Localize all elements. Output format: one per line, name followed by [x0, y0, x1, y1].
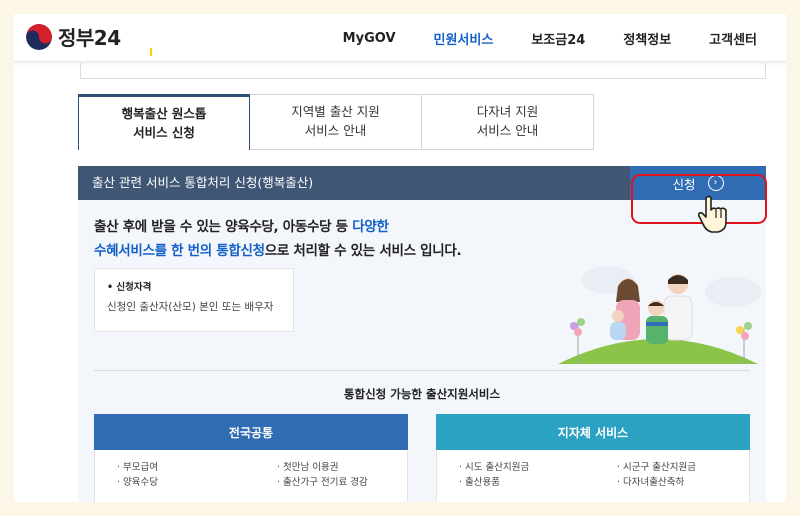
nav-mygov[interactable]: MyGOV: [324, 31, 415, 46]
national-services-header: 전국공통: [94, 414, 408, 450]
list-item: 다자녀출산축하: [617, 475, 696, 490]
nav-customer-center[interactable]: 고객센터: [690, 29, 776, 48]
tab-label: 행복출산 원스톱 서비스 신청: [121, 106, 207, 140]
list-item: 시도 출산지원금: [459, 460, 529, 475]
browser-viewport: 정부24 MyGOV 민원서비스 보조금24 정책정보 고객센터 행복출산 원스…: [14, 14, 786, 502]
service-list-column: 시군구 출산지원금 다자녀출산축하: [617, 460, 696, 490]
nav-civil-services[interactable]: 민원서비스: [415, 29, 513, 48]
top-content-strip: [80, 63, 766, 79]
desc-highlight: 다양한: [352, 219, 389, 235]
chevron-right-icon: ›: [707, 175, 724, 191]
service-list-column: 시도 출산지원금 출산용품: [459, 460, 529, 490]
qualification-box: 신청자격 신청인 출산자(산모) 본인 또는 배우자: [94, 268, 294, 332]
pointer-hand-icon: [698, 195, 727, 233]
section-divider: [94, 370, 750, 371]
local-services-header: 지자체 서비스: [436, 414, 750, 450]
panel-title: 출산 관련 서비스 통합처리 신청(행복출산): [92, 175, 314, 190]
qualification-text: 신청인 출산자(산모) 본인 또는 배우자: [107, 301, 274, 313]
tab-label: 다자녀 지원 서비스 안내: [476, 104, 539, 138]
list-item: 부모급여: [117, 460, 158, 475]
taegeuk-icon: [26, 23, 52, 50]
service-list-column: 부모급여 양육수당: [117, 460, 158, 490]
tab-onestop-apply[interactable]: 행복출산 원스톱 서비스 신청: [78, 94, 250, 151]
services-section-title: 통합신청 가능한 출산지원서비스: [343, 387, 501, 401]
desc-highlight: 수혜서비스를 한 번의 통합신청: [94, 242, 265, 259]
service-panel: 출산 관련 서비스 통합처리 신청(행복출산) 신청 › 출산 후에 받을 수 …: [78, 150, 766, 502]
list-item: 출산가구 전기료 경감: [277, 475, 368, 490]
local-services-list: 시도 출산지원금 출산용품 시군구 출산지원금 다자녀출산축하: [436, 450, 750, 502]
service-list-column: 첫만남 이용권 출산가구 전기료 경감: [277, 460, 368, 490]
list-item: 출산용품: [459, 475, 529, 490]
panel-body: 출산 후에 받을 수 있는 양육수당, 아동수당 등 다양한 수혜서비스를 한 …: [78, 200, 766, 502]
desc-text: 으로 처리할 수 있는 서비스 입니다.: [264, 242, 462, 259]
apply-button-label: 신청: [672, 176, 696, 192]
list-item: 첫만남 이용권: [277, 460, 368, 475]
family-illustration: [558, 266, 761, 364]
desc-text: 출산 후에 받을 수 있는 양육수당, 아동수당 등: [94, 219, 353, 235]
national-services-list: 부모급여 양육수당 첫만남 이용권 출산가구 전기료 경감: [94, 450, 408, 502]
qualification-title: 신청자격: [107, 279, 281, 293]
service-description: 출산 후에 받을 수 있는 양육수당, 아동수당 등 다양한 수혜서비스를 한 …: [94, 216, 462, 263]
nav-policy-info[interactable]: 정책정보: [604, 29, 690, 48]
panel-title-bar: 출산 관련 서비스 통합처리 신청(행복출산) 신청 ›: [78, 166, 766, 200]
site-logo[interactable]: 정부24: [26, 22, 121, 51]
list-item: 시군구 출산지원금: [617, 460, 696, 475]
tab-multichild-support[interactable]: 다자녀 지원 서비스 안내: [422, 94, 594, 150]
list-item: 양육수당: [117, 475, 158, 490]
site-header: 정부24 MyGOV 민원서비스 보조금24 정책정보 고객센터: [14, 14, 786, 62]
text-cursor: [150, 48, 152, 56]
service-tabs: 행복출산 원스톱 서비스 신청 지역별 출산 지원 서비스 안내 다자녀 지원 …: [78, 94, 594, 151]
main-nav: MyGOV 민원서비스 보조금24 정책정보 고객센터: [324, 14, 776, 62]
logo-text: 정부24: [58, 26, 121, 50]
nav-subsidy24[interactable]: 보조금24: [512, 29, 604, 48]
tab-regional-support[interactable]: 지역별 출산 지원 서비스 안내: [250, 94, 422, 150]
tab-label: 지역별 출산 지원 서비스 안내: [291, 104, 380, 138]
